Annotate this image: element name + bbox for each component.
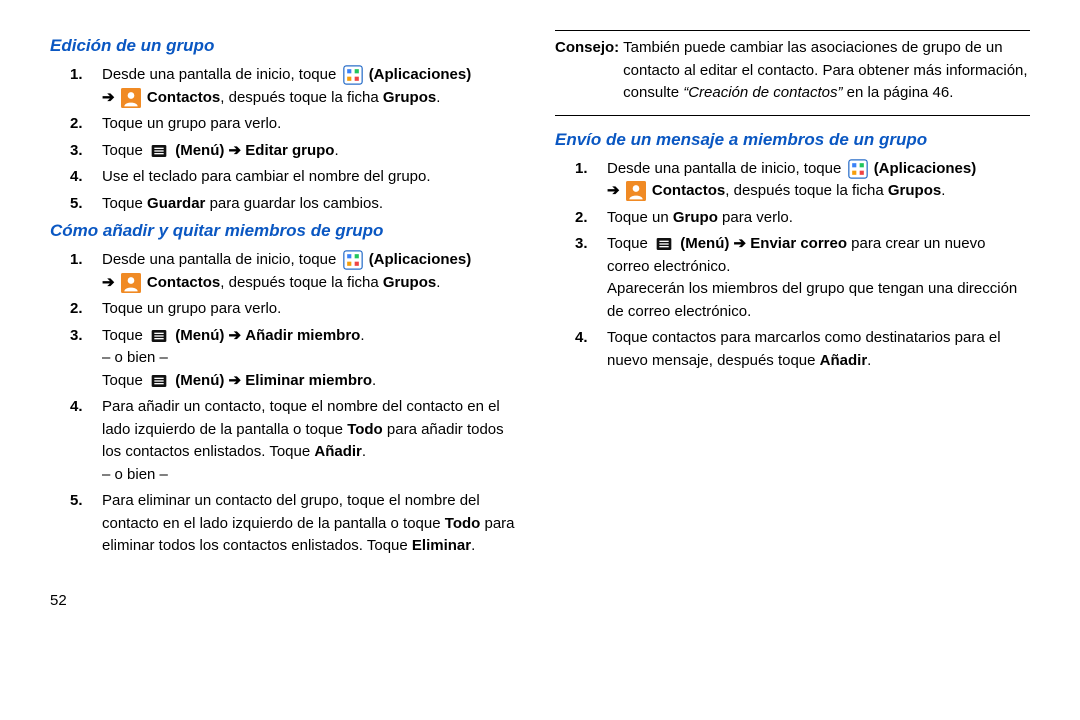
menu-lines-icon <box>149 373 169 389</box>
apps-grid-icon <box>343 250 363 270</box>
contacts-person-icon <box>121 88 141 108</box>
page-number: 52 <box>50 592 1080 609</box>
tip-box: Consejo: También puede cambiar las asoci… <box>555 37 1030 116</box>
apps-grid-icon <box>343 65 363 85</box>
left-column: Edición de un grupo 1. Desde una pantall… <box>50 30 525 562</box>
contacts-person-icon <box>121 273 141 293</box>
tip-top-rule <box>555 30 1030 31</box>
send-message-steps: 1. Desde una pantalla de inicio, toque (… <box>555 158 1030 373</box>
tip-link: “Creación de contactos” <box>683 84 842 101</box>
edit-group-steps: 1. Desde una pantalla de inicio, toque (… <box>50 64 525 215</box>
contacts-person-icon <box>626 181 646 201</box>
section-title-add-remove-members: Cómo añadir y quitar miembros de grupo <box>50 221 525 241</box>
menu-lines-icon <box>654 236 674 252</box>
apps-grid-icon <box>848 159 868 179</box>
add-remove-members-steps: 1. Desde una pantalla de inicio, toque (… <box>50 249 525 558</box>
section-title-send-message: Envío de un mensaje a miembros de un gru… <box>555 130 1030 150</box>
tip-label: Consejo: <box>555 37 619 105</box>
section-title-edit-group: Edición de un grupo <box>50 36 525 56</box>
right-column: Consejo: También puede cambiar las asoci… <box>555 30 1030 562</box>
menu-lines-icon <box>149 143 169 159</box>
menu-lines-icon <box>149 328 169 344</box>
